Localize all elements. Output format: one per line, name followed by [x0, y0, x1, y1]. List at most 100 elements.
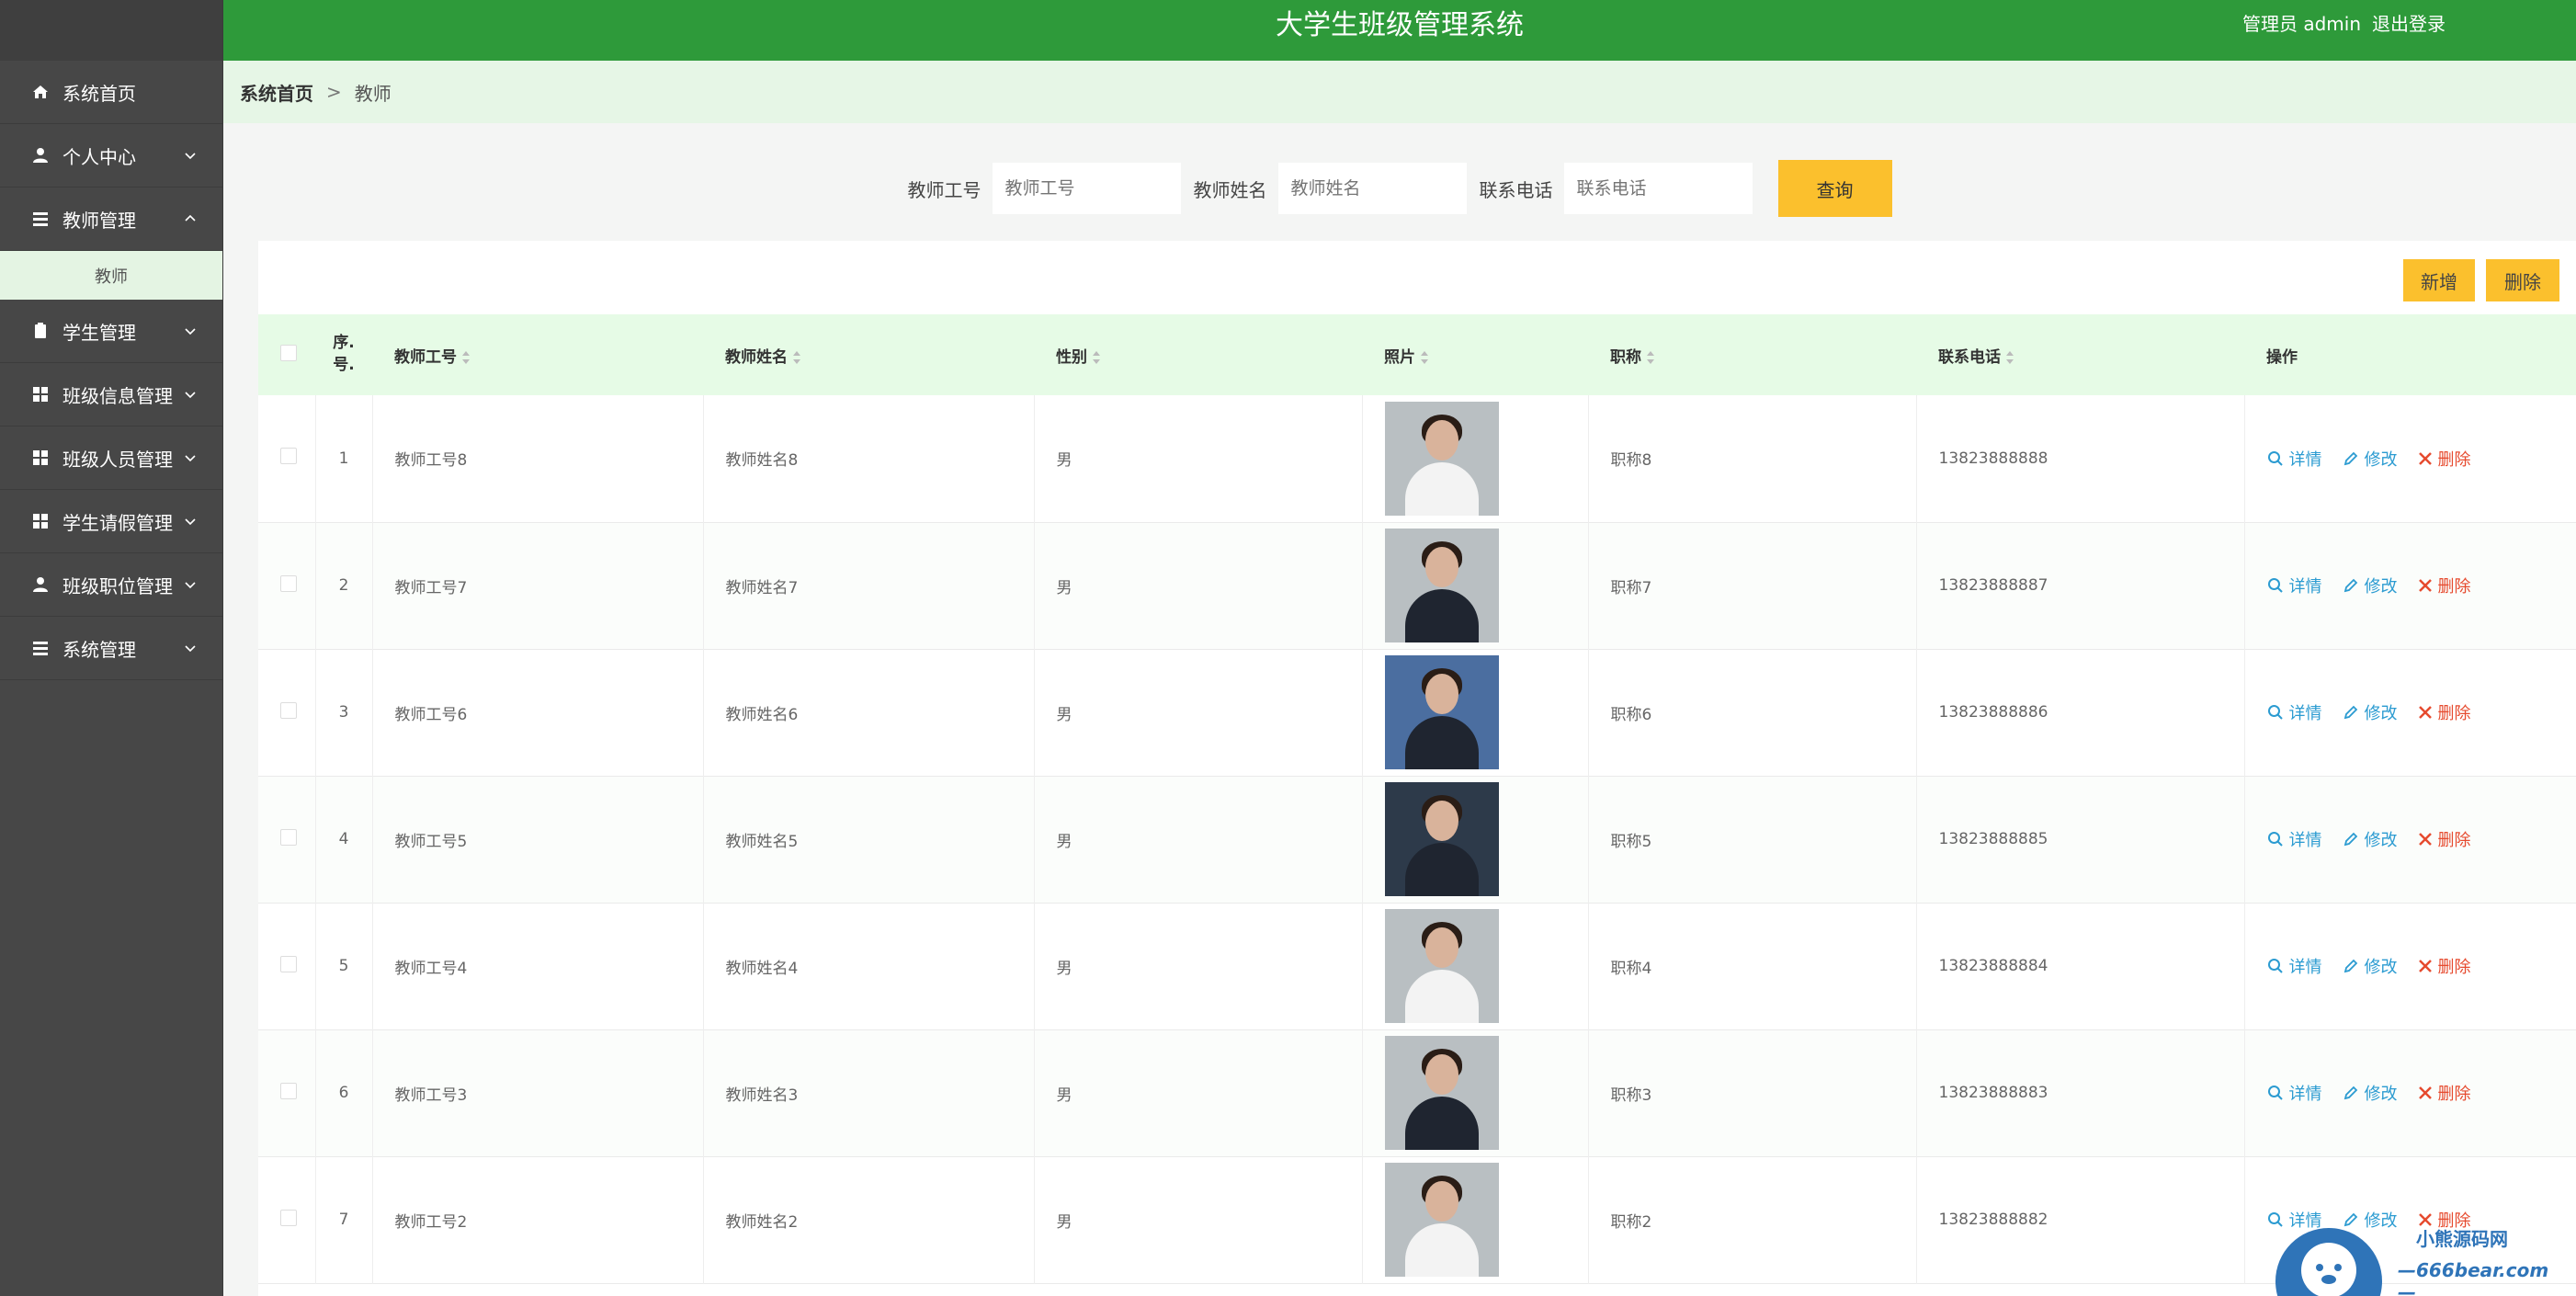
view-detail-button[interactable]: 详情	[2267, 827, 2322, 851]
row-checkbox[interactable]	[280, 828, 297, 846]
teacher-table: 序. 号. 教师工号 教师姓名 性别 照片 职称 联系电话 操作 1 教师工号8…	[258, 314, 2576, 1284]
row-actions: 详情 修改 删除	[2244, 522, 2576, 649]
header-photo[interactable]: 照片	[1362, 314, 1588, 395]
sidebar-item-system-management[interactable]: 系统管理	[0, 617, 222, 680]
row-select-cell	[258, 1156, 316, 1283]
row-index: 5	[315, 903, 373, 1029]
row-index: 4	[315, 776, 373, 903]
breadcrumb-home[interactable]: 系统首页	[240, 79, 313, 106]
delete-button[interactable]: 删除	[2418, 954, 2471, 978]
teacher-id-input[interactable]	[992, 163, 1181, 214]
view-detail-button[interactable]: 详情	[2267, 700, 2322, 724]
row-title: 职称8	[1588, 395, 1917, 522]
row-title: 职称3	[1588, 1029, 1917, 1156]
table-row: 5 教师工号4 教师姓名4 男 职称4 13823888884 详情 修改 删除	[258, 903, 2576, 1029]
header-teacher-name[interactable]: 教师姓名	[703, 314, 1034, 395]
teacher-photo[interactable]	[1384, 909, 1499, 1023]
edit-button[interactable]: 修改	[2343, 954, 2398, 978]
header-gender[interactable]: 性别	[1034, 314, 1362, 395]
teacher-photo[interactable]	[1384, 782, 1499, 896]
edit-button[interactable]: 修改	[2343, 1081, 2398, 1105]
edit-label: 修改	[2364, 831, 2398, 850]
row-title: 职称7	[1588, 522, 1917, 649]
header-label: 操作	[2266, 347, 2298, 367]
row-checkbox[interactable]	[280, 1082, 297, 1099]
sort-icon[interactable]	[1647, 350, 1654, 364]
row-index: 1	[315, 395, 373, 522]
teacher-photo[interactable]	[1384, 401, 1499, 516]
edit-button[interactable]: 修改	[2343, 827, 2398, 851]
edit-button[interactable]: 修改	[2343, 700, 2398, 724]
sidebar-item-class-members[interactable]: 班级人员管理	[0, 426, 222, 490]
row-phone: 13823888887	[1916, 522, 2245, 649]
view-detail-button[interactable]: 详情	[2267, 954, 2322, 978]
row-index: 2	[315, 522, 373, 649]
sort-icon[interactable]	[1421, 350, 1428, 364]
sidebar-item-home[interactable]: 系统首页	[0, 61, 222, 124]
logout-link[interactable]: 退出登录	[2372, 9, 2445, 36]
header-phone[interactable]: 联系电话	[1916, 314, 2244, 395]
delete-button[interactable]: 删除	[2418, 447, 2471, 471]
search-icon	[2267, 450, 2283, 466]
sidebar-item-personal-center[interactable]: 个人中心	[0, 124, 222, 188]
table-row: 7 教师工号2 教师姓名2 男 职称2 13823888882 详情 修改 删除	[258, 1156, 2576, 1283]
sort-icon[interactable]	[2006, 350, 2014, 364]
teacher-name-input[interactable]	[1277, 163, 1467, 214]
delete-button[interactable]: 删除	[2418, 1081, 2471, 1105]
row-teacher-id: 教师工号4	[372, 903, 704, 1029]
teacher-photo[interactable]	[1384, 1163, 1499, 1277]
view-detail-button[interactable]: 详情	[2267, 574, 2322, 597]
teacher-name-label: 教师姓名	[1193, 178, 1267, 201]
teacher-photo[interactable]	[1384, 655, 1499, 769]
edit-button[interactable]: 修改	[2343, 574, 2398, 597]
row-checkbox[interactable]	[280, 448, 297, 465]
watermark-text-1: 小熊源码网	[2416, 1228, 2508, 1250]
sort-icon[interactable]	[793, 350, 800, 364]
header-label: 性别	[1056, 347, 1087, 367]
row-checkbox[interactable]	[280, 701, 297, 719]
row-teacher-name: 教师姓名6	[703, 649, 1035, 776]
sort-icon[interactable]	[462, 350, 470, 364]
row-checkbox[interactable]	[280, 955, 297, 972]
batch-delete-button[interactable]: 删除	[2486, 259, 2559, 301]
select-all-checkbox[interactable]	[280, 344, 297, 361]
delete-button[interactable]: 删除	[2418, 700, 2471, 724]
view-detail-button[interactable]: 详情	[2267, 1081, 2322, 1105]
header-teacher-id[interactable]: 教师工号	[372, 314, 703, 395]
view-detail-button[interactable]: 详情	[2267, 447, 2322, 471]
sidebar-item-class-positions[interactable]: 班级职位管理	[0, 553, 222, 617]
teacher-photo[interactable]	[1384, 1036, 1499, 1150]
delete-button[interactable]: 删除	[2418, 827, 2471, 851]
sidebar-item-teacher-management[interactable]: 教师管理	[0, 188, 222, 251]
pencil-icon	[2343, 451, 2357, 465]
delete-label: 删除	[2437, 704, 2471, 723]
close-icon	[2418, 960, 2432, 972]
sidebar-item-student-management[interactable]: 学生管理	[0, 300, 222, 363]
pencil-icon	[2343, 1086, 2357, 1100]
select-all-cell	[258, 314, 315, 395]
edit-button[interactable]: 修改	[2343, 447, 2398, 471]
delete-label: 删除	[2437, 577, 2471, 597]
row-checkbox[interactable]	[280, 574, 297, 592]
query-button[interactable]: 查询	[1777, 160, 1892, 217]
sidebar-subitem-teacher[interactable]: 教师	[0, 251, 222, 300]
header-title[interactable]: 职称	[1588, 314, 1916, 395]
edit-label: 修改	[2364, 577, 2398, 597]
phone-input[interactable]	[1563, 163, 1753, 214]
close-icon	[2418, 706, 2432, 719]
sidebar-item-student-leave[interactable]: 学生请假管理	[0, 490, 222, 553]
add-button[interactable]: 新增	[2403, 259, 2475, 301]
row-teacher-name: 教师姓名8	[703, 395, 1035, 522]
row-photo-cell	[1362, 522, 1589, 649]
sidebar-item-class-info[interactable]: 班级信息管理	[0, 363, 222, 426]
row-checkbox[interactable]	[280, 1209, 297, 1226]
current-user: 管理员 admin	[2241, 13, 2361, 35]
row-select-cell	[258, 903, 316, 1029]
search-bar: 教师工号 教师姓名 联系电话 查询	[223, 160, 2576, 217]
teacher-photo[interactable]	[1384, 529, 1499, 642]
chevron-down-icon	[185, 518, 196, 526]
sort-icon[interactable]	[1093, 350, 1100, 364]
delete-button[interactable]: 删除	[2418, 574, 2471, 597]
sidebar-item-label: 个人中心	[62, 145, 136, 168]
row-index: 6	[315, 1029, 373, 1156]
